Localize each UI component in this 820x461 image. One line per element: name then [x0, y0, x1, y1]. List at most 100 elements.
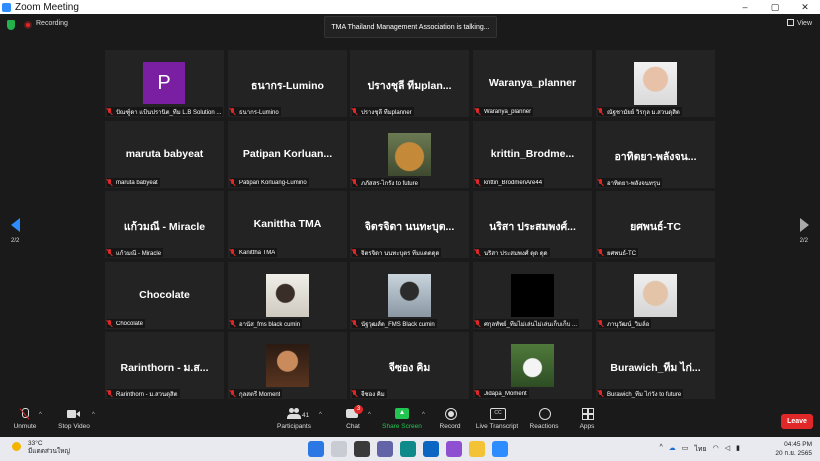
- view-button[interactable]: View: [786, 19, 812, 27]
- participant-name-label: Rarinthorn - ม.สวนดุสิต: [107, 389, 180, 398]
- tray-overflow-chevron-icon[interactable]: ^: [659, 444, 662, 455]
- participant-name: ศกุลทัพย์_ทีมไม่เล่นไม่เล่นเก็บเก็บ ...: [484, 321, 578, 328]
- participant-tile[interactable]: Patipan Korluan... Patipan Korluang-Lumin…: [228, 121, 347, 188]
- share-screen-button[interactable]: Share Screen: [382, 408, 422, 430]
- minimize-button[interactable]: –: [730, 2, 760, 13]
- participant-tile[interactable]: จิตรจิดา นนทะบุต... จิตรจิดา นนทะบุตร ทีม…: [350, 191, 469, 258]
- clock-time: 04:45 PM: [784, 441, 812, 448]
- task-view-icon[interactable]: [354, 441, 370, 457]
- participant-tile[interactable]: ปรางชุลี ทีมplan... ปรางชุลี ทีมplanner: [350, 50, 469, 117]
- participant-tile[interactable]: krittin_Brodme... krittin_BrodmenAre44: [473, 121, 592, 188]
- apps-button[interactable]: Apps: [576, 408, 598, 430]
- system-clock[interactable]: 04:45 PM 20 ก.ย. 2565: [775, 440, 812, 458]
- participant-name-label: อาทิตยา-พลังจนทรุน: [598, 178, 663, 187]
- video-options-caret-icon[interactable]: ^: [92, 412, 95, 418]
- participant-tile[interactable]: P ปัณฑ์ูดา แป้นปรานิต_ทีม L.B Solution ..…: [105, 50, 224, 117]
- teams-chat-icon[interactable]: [377, 441, 393, 457]
- previous-page-arrow-icon[interactable]: [11, 218, 20, 232]
- onedrive-cloud-icon[interactable]: ☁: [669, 444, 676, 455]
- mail-icon[interactable]: [423, 441, 439, 457]
- participant-tile[interactable]: Chocolate Chocolate: [105, 262, 224, 329]
- participant-tile[interactable]: ยศพนธ์-TC ยศพนธ์-TC: [596, 191, 715, 258]
- share-screen-label: Share Screen: [382, 423, 422, 430]
- participant-video-feed: [266, 344, 309, 387]
- participant-name-label: Patipan Korluang-Lumino: [230, 178, 309, 187]
- participant-display-name: Waranya_planner: [488, 77, 577, 89]
- participant-tile[interactable]: Jidapa_Moment: [473, 332, 592, 399]
- chat-label: Chat: [346, 423, 360, 430]
- stop-video-button[interactable]: Stop Video: [56, 408, 92, 430]
- participant-name: จีซอง คิม: [361, 391, 385, 398]
- participant-name-label: ปัณฑ์ูดา แป้นปรานิต_ทีม L.B Solution ...: [107, 107, 224, 116]
- participant-tile[interactable]: นัฐวุฒส์ด_FMS Black cumin: [350, 262, 469, 329]
- participant-name: นัฐวุฒส์ด_FMS Black cumin: [361, 321, 435, 328]
- battery-icon[interactable]: ▮: [736, 444, 740, 455]
- next-page-arrow-icon[interactable]: [800, 218, 809, 232]
- participant-tile[interactable]: อานัส_fms black cumin: [228, 262, 347, 329]
- participant-name-label: Burawich_ทีม ไก่วัง to future: [598, 389, 684, 398]
- participant-tile[interactable]: Waranya_planner Waranya_planner: [473, 50, 592, 117]
- participant-tile[interactable]: ภภัสสร-ไกรัง to future: [350, 121, 469, 188]
- participant-display-name: maruta babyeat: [125, 148, 204, 160]
- start-menu-icon[interactable]: [308, 441, 324, 457]
- participant-tile[interactable]: maruta babyeat maruta babyeat: [105, 121, 224, 188]
- unmute-button[interactable]: Unmute: [10, 408, 40, 430]
- participant-tile[interactable]: Burawich_ทีม ไก่... Burawich_ทีม ไก่วัง t…: [596, 332, 715, 399]
- wifi-icon[interactable]: ◠: [713, 444, 719, 455]
- weather-widget[interactable]: 33°C มีแดดส่วนใหญ่: [12, 440, 70, 456]
- participant-tile[interactable]: ณัฐชามัยย์ วิรกุล ม.สวนดุสิต: [596, 50, 715, 117]
- muted-mic-icon: [107, 108, 113, 115]
- participant-tile[interactable]: จีซอง คิม จีซอง คิม: [350, 332, 469, 399]
- muted-mic-icon: [107, 320, 113, 327]
- participant-tile[interactable]: กุลสตรี Moment: [228, 332, 347, 399]
- participant-name: ภานุวัฒน์_วิมล์อ: [607, 321, 650, 328]
- participant-name-label: จิตรจิดา นนทะบุตร ทีมแดดดุด: [352, 248, 442, 257]
- participant-tile[interactable]: ภานุวัฒน์_วิมล์อ: [596, 262, 715, 329]
- chat-options-caret-icon[interactable]: ^: [368, 412, 371, 418]
- participant-name-label: แก้วมณี - Miracle: [107, 248, 164, 257]
- reactions-button[interactable]: Reactions: [528, 408, 560, 430]
- reaction-smiley-icon: [537, 408, 551, 420]
- participants-label: Participants: [277, 423, 311, 430]
- record-button[interactable]: Record: [437, 408, 463, 430]
- encryption-shield-icon[interactable]: [7, 20, 15, 30]
- audio-options-caret-icon[interactable]: ^: [39, 412, 42, 418]
- meeting-top-bar: Recording TMA Thailand Management Associ…: [0, 14, 820, 44]
- leave-button[interactable]: Leave: [781, 414, 813, 429]
- participant-video-feed: [266, 274, 309, 317]
- display-icon[interactable]: ▭: [682, 444, 689, 455]
- participant-name: แก้วมณี - Miracle: [116, 250, 162, 257]
- search-icon[interactable]: [331, 441, 347, 457]
- participant-name: Patipan Korluang-Lumino: [239, 179, 307, 186]
- participant-tile[interactable]: Rarinthorn - ม.ส... Rarinthorn - ม.สวนดุส…: [105, 332, 224, 399]
- participants-options-caret-icon[interactable]: ^: [319, 412, 322, 418]
- muted-mic-icon: [230, 108, 236, 115]
- muted-mic-icon: [475, 390, 481, 397]
- participant-display-name: ธนากร-Lumino: [251, 80, 324, 92]
- participant-tile[interactable]: ศกุลทัพย์_ทีมไม่เล่นไม่เล่นเก็บเก็บ ...: [473, 262, 592, 329]
- input-language[interactable]: ไทย: [694, 444, 706, 455]
- muted-mic-icon: [230, 249, 236, 256]
- file-explorer-icon[interactable]: [469, 441, 485, 457]
- participant-tile[interactable]: อาทิตยา-พลังจน... อาทิตยา-พลังจนทรุน: [596, 121, 715, 188]
- participant-avatar: P: [143, 62, 185, 104]
- maximize-button[interactable]: ▢: [760, 2, 790, 13]
- volume-icon[interactable]: ◁: [725, 444, 730, 455]
- photos-icon[interactable]: [446, 441, 462, 457]
- participant-tile[interactable]: Kanittha TMA Kanittha TMA: [228, 191, 347, 258]
- participant-tile[interactable]: นริสา ประสมพงศ์... นริสา ประสมพงศ์ ดุด ดุ…: [473, 191, 592, 258]
- participant-name-label: ภานุวัฒน์_วิมล์อ: [598, 319, 652, 328]
- close-button[interactable]: ✕: [790, 2, 820, 13]
- participant-tile[interactable]: ธนากร-Lumino ธนากร-Lumino: [228, 50, 347, 117]
- participant-name-label: maruta babyeat: [107, 178, 160, 187]
- participant-name-label: กุลสตรี Moment: [230, 389, 283, 398]
- participants-icon: [287, 408, 301, 420]
- share-options-caret-icon[interactable]: ^: [422, 412, 425, 418]
- zoom-app-icon[interactable]: [492, 441, 508, 457]
- participant-tile[interactable]: แก้วมณี - Miracle แก้วมณี - Miracle: [105, 191, 224, 258]
- live-transcript-button[interactable]: Live Transcript: [474, 408, 520, 430]
- participant-name-label: นริสา ประสมพงศ์ ดุด ดุด: [475, 248, 550, 257]
- edge-browser-icon[interactable]: [400, 441, 416, 457]
- weather-temperature: 33°C: [28, 440, 43, 447]
- stop-video-label: Stop Video: [58, 423, 90, 430]
